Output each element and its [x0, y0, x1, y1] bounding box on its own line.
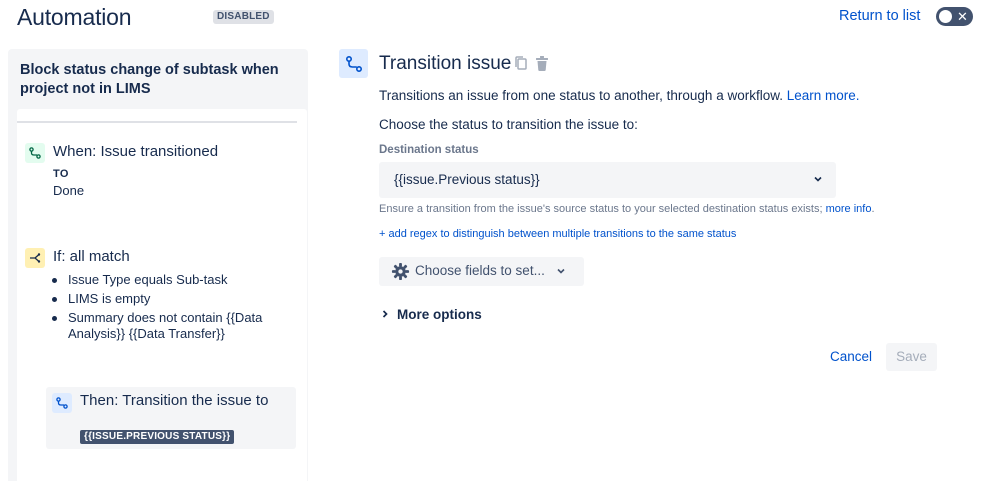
config-description: Transitions an issue from one status to …	[379, 88, 860, 103]
transition-icon	[52, 393, 72, 413]
trash-icon[interactable]	[534, 55, 550, 72]
cancel-button[interactable]: Cancel	[822, 343, 880, 371]
page-title: Automation	[17, 4, 131, 31]
close-icon: ✕	[957, 8, 968, 25]
gear-icon	[391, 262, 410, 281]
return-to-list-link[interactable]: Return to list	[839, 8, 920, 24]
choose-fields-button[interactable]: Choose fields to set...	[379, 257, 584, 286]
trigger-to-value: Done	[53, 183, 84, 198]
condition-item: LIMS is empty	[48, 291, 288, 307]
branch-icon	[25, 143, 45, 163]
help-suffix: .	[871, 203, 874, 215]
copy-icon[interactable]	[513, 55, 529, 72]
chevron-down-icon	[555, 265, 567, 277]
enable-rule-toggle[interactable]: ✕	[936, 7, 973, 26]
rule-panel: Block status change of subtask when proj…	[8, 49, 308, 481]
divider	[17, 121, 297, 123]
destination-status-label: Destination status	[379, 144, 479, 156]
status-badge: DISABLED	[213, 10, 274, 24]
toggle-knob	[939, 10, 952, 23]
condition-item: Issue Type equals Sub-task	[48, 272, 288, 288]
more-options-label: More options	[397, 307, 482, 322]
chevron-down-icon	[812, 173, 824, 185]
action-title: Then: Transition the issue to	[80, 391, 290, 410]
condition-item: Summary does not contain {{Data Analysis…	[48, 310, 288, 342]
choose-fields-label: Choose fields to set...	[415, 263, 545, 278]
trigger-to-label: TO	[53, 168, 69, 180]
destination-status-select[interactable]: {{issue.Previous status}}	[379, 162, 836, 198]
config-title: Transition issue	[379, 53, 511, 75]
more-options-toggle[interactable]: More options	[379, 307, 482, 322]
trigger-title[interactable]: When: Issue transitioned	[53, 143, 218, 160]
choose-status-label: Choose the status to transition the issu…	[379, 117, 638, 132]
action-status-tag: {{ISSUE.PREVIOUS STATUS}}	[80, 430, 234, 444]
condition-list: Issue Type equals Sub-task LIMS is empty…	[48, 272, 288, 345]
condition-title[interactable]: If: all match	[53, 248, 130, 265]
destination-status-value: {{issue.Previous status}}	[394, 172, 540, 187]
transition-icon	[339, 49, 368, 78]
more-info-link[interactable]: more info	[826, 203, 872, 215]
condition-icon	[25, 248, 45, 268]
chevron-right-icon	[379, 308, 391, 320]
learn-more-link[interactable]: Learn more.	[787, 88, 860, 103]
destination-help-text: Ensure a transition from the issue's sou…	[379, 203, 875, 215]
save-button[interactable]: Save	[886, 343, 937, 371]
add-regex-link[interactable]: + add regex to distinguish between multi…	[379, 228, 736, 240]
rule-components: When: Issue transitioned TO Done If: all…	[17, 109, 307, 481]
action-component[interactable]: Then: Transition the issue to {{ISSUE.PR…	[46, 387, 296, 449]
description-text: Transitions an issue from one status to …	[379, 88, 783, 103]
help-text: Ensure a transition from the issue's sou…	[379, 203, 823, 215]
rule-name: Block status change of subtask when proj…	[20, 61, 290, 99]
